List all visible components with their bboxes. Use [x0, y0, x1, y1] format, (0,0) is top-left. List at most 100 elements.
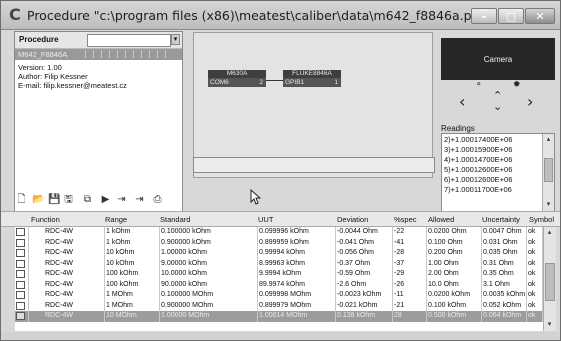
- table-cell-spec: -21: [393, 300, 427, 311]
- open-folder-icon[interactable]: 📂: [32, 194, 44, 206]
- scroll-up-icon[interactable]: ▴: [545, 228, 554, 237]
- row-checkbox[interactable]: [16, 301, 25, 310]
- procedure-toolbar: 🗋 📂 💾 🖫 ⧉ ▶ ⇥ ⇥ ⎙: [14, 194, 189, 208]
- reading-item[interactable]: 3)+1.00015900E+06: [444, 145, 512, 155]
- table-cell-deviation: -0.59 Ohm: [336, 269, 393, 280]
- table-cell-deviation: -0.056 Ohm: [336, 248, 393, 259]
- column-header-range[interactable]: Range: [105, 215, 127, 224]
- row-checkbox[interactable]: [16, 280, 25, 289]
- light-icon[interactable]: ✹: [513, 80, 521, 90]
- column-header-allowed[interactable]: Allowed: [428, 215, 454, 224]
- app-icon: C: [9, 5, 21, 24]
- column-header-uut[interactable]: UUT: [258, 215, 273, 224]
- table-cell-spec: -28: [393, 248, 427, 259]
- table-cell-range: 1 MOhm: [105, 300, 160, 311]
- column-header-spec[interactable]: %spec: [394, 215, 417, 224]
- table-row[interactable]: RDC-4W 1 MOhm 0.900000 MOhm 0.899979 MOhm -0…: [15, 300, 543, 311]
- table-row[interactable]: RDC-4W 1 kOhm 0.900000 kOhm 0.899959 kOhm -0…: [15, 237, 543, 248]
- table-cell-uncertainty: 0.35 Ohm: [482, 269, 527, 280]
- results-scrollbar[interactable]: ▴ ▾: [543, 227, 556, 331]
- procedure-item-cell: [93, 50, 100, 58]
- row-checkbox[interactable]: [16, 228, 25, 236]
- table-row[interactable]: RDC-4W 10 kOhm 1.00000 kOhm 0.99994 kOhm -0.…: [15, 248, 543, 259]
- reading-item[interactable]: 4)+1.00014700E+06: [444, 155, 512, 165]
- table-cell-allowed: 0.100 Ohm: [427, 237, 482, 248]
- pan-right-icon[interactable]: ›: [527, 94, 533, 110]
- readings-scrollbar[interactable]: ▴ ▾: [542, 134, 554, 211]
- table-cell-uut: 1.00014 MOhm: [258, 311, 336, 322]
- table-cell-uut: 0.899979 MOhm: [258, 300, 336, 311]
- save-as-icon[interactable]: 🖫: [63, 194, 74, 206]
- column-header-symbol[interactable]: Symbol: [529, 215, 554, 224]
- camera-controls: ⚬ ✹ ‹ ⌃ ⌄ ›: [441, 80, 555, 118]
- procedure-search-input[interactable]: [87, 34, 171, 47]
- procedure-list-item[interactable]: M642_F8846A: [15, 49, 182, 60]
- table-cell-uncertainty: 0.0035 kOhm: [482, 290, 527, 301]
- table-cell-uncertainty: 0.035 Ohm: [482, 248, 527, 259]
- link-icon[interactable]: ⧉: [82, 194, 93, 206]
- procedure-item-cell: [157, 50, 164, 58]
- row-checkbox-cell: [15, 258, 29, 269]
- title-bar[interactable]: C Procedure "c:\program files (x86)\meat…: [1, 1, 560, 30]
- table-row[interactable]: RDC-4W 1 MOhm 0.100000 MOhm 0.099998 MOhm -0…: [15, 290, 543, 301]
- row-checkbox[interactable]: [16, 312, 25, 320]
- table-row[interactable]: RDC-4W 100 kOhm 90.0000 kOhm 89.9974 kOhm -2…: [15, 279, 543, 290]
- camera-view[interactable]: Camera: [441, 38, 555, 80]
- table-cell-function: RDC-4W: [29, 269, 105, 280]
- step-next-icon[interactable]: ⇥: [134, 194, 145, 206]
- table-cell-uut: 9.9994 kOhm: [258, 269, 336, 280]
- table-cell-symbol: ok: [527, 269, 543, 280]
- run-icon[interactable]: ▶: [100, 194, 111, 206]
- record-icon[interactable]: ⚬: [475, 80, 483, 90]
- instrument-node-m630a[interactable]: M630A COM6 2: [208, 70, 266, 87]
- column-header-function[interactable]: Function: [31, 215, 60, 224]
- row-checkbox[interactable]: [16, 249, 25, 257]
- table-cell-uut: 0.099996 kOhm: [258, 227, 336, 238]
- instrument-node-fluke8846a[interactable]: FLUKE8846A GPIB1 1: [283, 70, 341, 87]
- row-checkbox-cell: [15, 269, 29, 280]
- column-header-uncertainty[interactable]: Uncertainty: [482, 215, 520, 224]
- save-icon[interactable]: 💾: [48, 194, 60, 206]
- table-cell-standard: 0.100000 MOhm: [160, 290, 258, 301]
- row-checkbox[interactable]: [16, 270, 25, 278]
- row-checkbox[interactable]: [16, 238, 25, 247]
- table-cell-symbol: ok: [527, 311, 543, 322]
- row-checkbox[interactable]: [16, 259, 25, 268]
- report-icon[interactable]: ⎙: [152, 194, 163, 206]
- minimize-button[interactable]: –: [471, 8, 497, 24]
- minimize-icon: –: [481, 10, 487, 23]
- table-cell-allowed: 0.200 Ohm: [427, 248, 482, 259]
- pan-down-icon[interactable]: ⌄: [493, 101, 502, 112]
- results-scroll-thumb[interactable]: [545, 263, 555, 301]
- row-checkbox[interactable]: [16, 291, 25, 299]
- node-port: GPIB1: [285, 79, 305, 86]
- table-row[interactable]: RDC-4W 10 kOhm 9.00000 kOhm 8.99963 kOhm -0.…: [15, 258, 543, 269]
- scroll-down-icon[interactable]: ▾: [544, 200, 553, 209]
- readings-scroll-thumb[interactable]: [544, 158, 553, 182]
- table-row[interactable]: RDC-4W 10 MOhm 1.00000 MOhm 1.00014 MOhm 0.1…: [15, 311, 543, 322]
- reading-item[interactable]: 7)+1.00011700E+06: [444, 185, 512, 195]
- readings-list[interactable]: 2)+1.00017400E+06 3)+1.00015900E+06 4)+1…: [441, 133, 555, 212]
- table-cell-symbol: ok: [527, 279, 543, 290]
- row-checkbox-cell: [15, 300, 29, 311]
- chevron-down-icon[interactable]: ▾: [171, 34, 180, 45]
- camera-label: Camera: [483, 55, 513, 64]
- table-row[interactable]: RDC-4W 1 kOhm 0.100000 kOhm 0.099996 kOhm -0…: [15, 227, 543, 238]
- table-cell-allowed: 2.00 Ohm: [427, 269, 482, 280]
- procedure-item-cell: [125, 50, 132, 58]
- maximize-button[interactable]: □: [498, 8, 524, 24]
- step-icon[interactable]: ⇥: [116, 194, 127, 206]
- table-cell-uncertainty: 0.31 Ohm: [482, 258, 527, 269]
- scroll-down-icon[interactable]: ▾: [545, 320, 554, 329]
- readings-label: Readings: [441, 124, 475, 133]
- column-header-standard[interactable]: Standard: [160, 215, 190, 224]
- close-button[interactable]: ✕: [525, 8, 555, 24]
- pan-left-icon[interactable]: ‹: [459, 94, 465, 110]
- reading-item[interactable]: 5)+1.00012600E+06: [444, 165, 512, 175]
- scroll-up-icon[interactable]: ▴: [544, 135, 553, 144]
- new-file-icon[interactable]: 🗋: [16, 194, 27, 206]
- table-row[interactable]: RDC-4W 100 kOhm 10.0000 kOhm 9.9994 kOhm -0.…: [15, 269, 543, 280]
- reading-item[interactable]: 6)+1.00012600E+06: [444, 175, 512, 185]
- reading-item[interactable]: 2)+1.00017400E+06: [444, 135, 512, 145]
- column-header-deviation[interactable]: Deviation: [337, 215, 368, 224]
